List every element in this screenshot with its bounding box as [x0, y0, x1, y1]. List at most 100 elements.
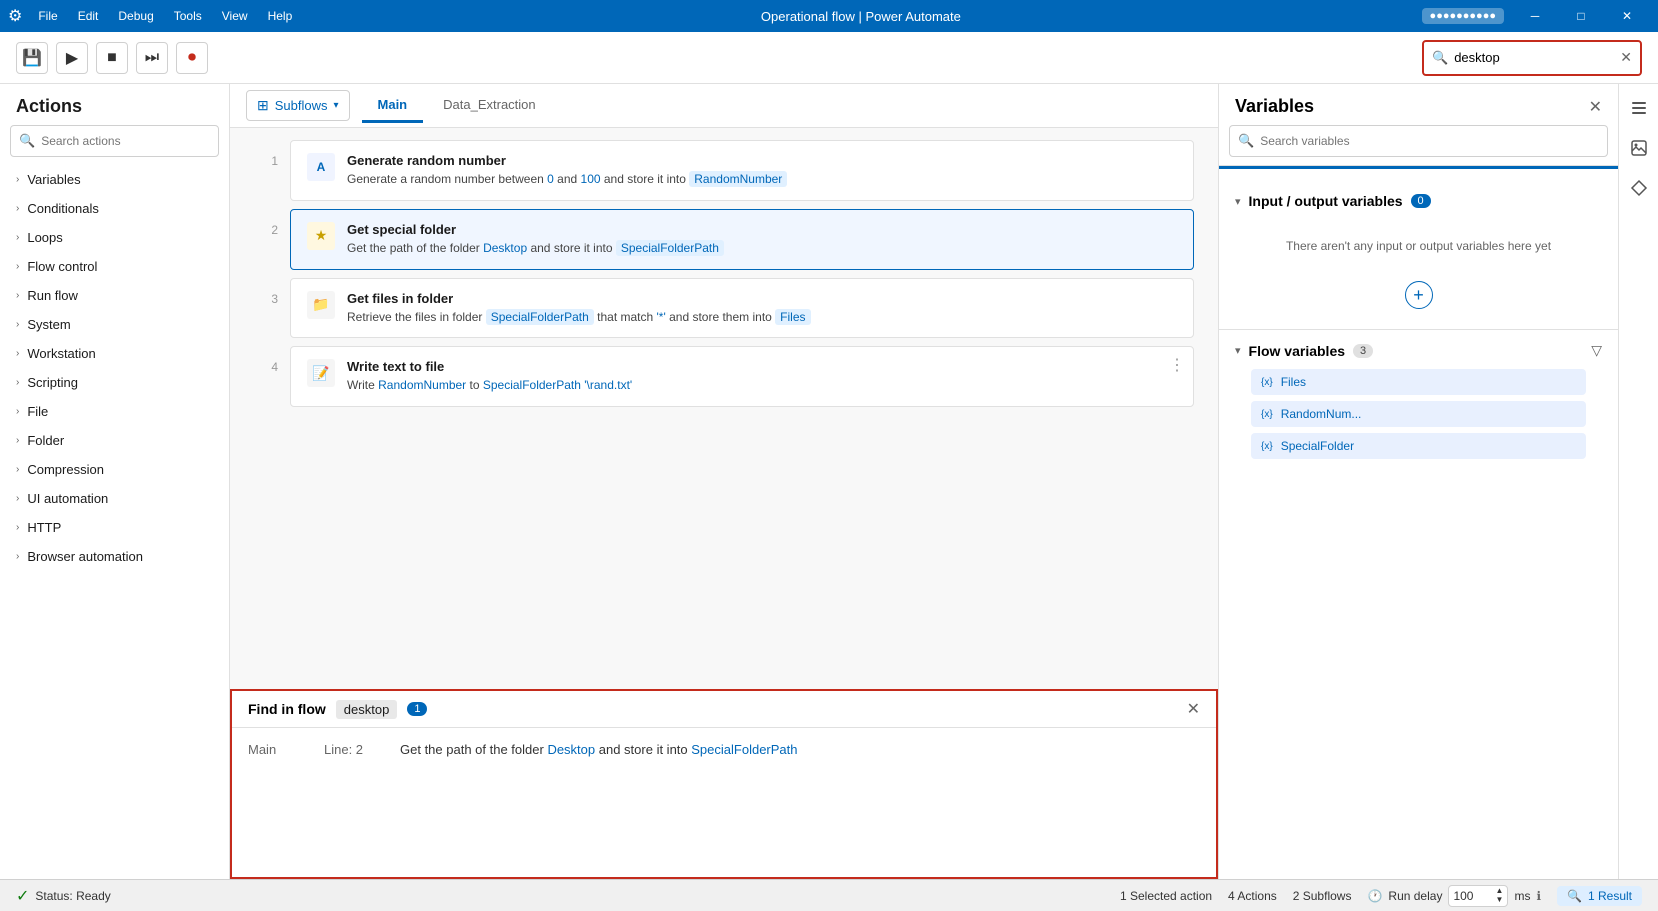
variables-panel: Variables ✕ 🔍 ▾ Input / output variables… [1218, 84, 1618, 879]
result-link-desktop[interactable]: Desktop [547, 742, 595, 757]
save-button[interactable]: 💾 [16, 42, 48, 74]
category-label: Run flow [27, 288, 78, 303]
find-count: 1 [407, 702, 427, 716]
flow-action-get-files[interactable]: 📁 Get files in folder Retrieve the files… [290, 278, 1194, 339]
window-controls[interactable]: ─ □ ✕ [1512, 0, 1650, 32]
search-icon: 🔍 [1432, 50, 1448, 66]
menu-debug[interactable]: Debug [110, 5, 161, 27]
chevron-icon: › [16, 348, 19, 359]
category-browser-automation[interactable]: › Browser automation [0, 542, 229, 571]
menu-edit[interactable]: Edit [70, 5, 107, 27]
app-icon: ⚙ [8, 6, 22, 26]
variables-search-box[interactable]: 🔍 [1229, 125, 1608, 157]
run-button[interactable]: ▶ [56, 42, 88, 74]
run-delay-group: 🕐 Run delay 100 ▲ ▼ ms ℹ [1367, 885, 1541, 907]
minimize-button[interactable]: ─ [1512, 0, 1558, 32]
run-delay-unit: ms [1514, 889, 1530, 903]
io-section-header[interactable]: ▾ Input / output variables 0 [1235, 193, 1602, 209]
record-button[interactable]: ⏺ [176, 42, 208, 74]
category-label: Workstation [27, 346, 95, 361]
result-button[interactable]: 🔍 1 Result [1557, 886, 1642, 906]
variable-icon: {x} [1261, 409, 1273, 420]
variables-header: Variables ✕ [1219, 84, 1618, 125]
chevron-icon: › [16, 464, 19, 475]
variable-item-files[interactable]: {x} Files [1251, 369, 1586, 395]
variables-search-input[interactable] [1260, 134, 1599, 148]
category-label: Scripting [27, 375, 78, 390]
chevron-icon: › [16, 174, 19, 185]
action-desc: Get the path of the folder Desktop and s… [347, 240, 1177, 257]
flow-action-generate-random[interactable]: A Generate random number Generate a rand… [290, 140, 1194, 201]
category-http[interactable]: › HTTP [0, 513, 229, 542]
clear-search-button[interactable]: ✕ [1620, 49, 1632, 66]
action-desc: Generate a random number between 0 and 1… [347, 171, 1177, 188]
find-results: Main Line: 2 Get the path of the folder … [232, 728, 1216, 771]
stop-button[interactable]: ■ [96, 42, 128, 74]
result-line: Line: 2 [324, 742, 384, 757]
menu-bar[interactable]: File Edit Debug Tools View Help [30, 5, 300, 27]
action-content: Write text to file Write RandomNumber to… [347, 359, 1177, 394]
category-workstation[interactable]: › Workstation [0, 339, 229, 368]
category-file[interactable]: › File [0, 397, 229, 426]
menu-view[interactable]: View [214, 5, 256, 27]
filter-icon[interactable]: ▽ [1591, 342, 1602, 359]
category-compression[interactable]: › Compression [0, 455, 229, 484]
category-flow-control[interactable]: › Flow control [0, 252, 229, 281]
io-count: 0 [1411, 194, 1431, 208]
actions-title: Actions [0, 84, 229, 125]
category-label: Folder [27, 433, 64, 448]
tab-main[interactable]: Main [362, 89, 424, 123]
layers-button[interactable] [1623, 92, 1655, 124]
category-ui-automation[interactable]: › UI automation [0, 484, 229, 513]
run-delay-input[interactable]: 100 ▲ ▼ [1448, 885, 1508, 907]
find-close-button[interactable]: ✕ [1187, 699, 1200, 719]
maximize-button[interactable]: □ [1558, 0, 1604, 32]
flow-search-box[interactable]: 🔍 ✕ [1422, 40, 1642, 76]
chevron-icon: › [16, 203, 19, 214]
find-header: Find in flow desktop 1 ✕ [232, 691, 1216, 728]
result-link-path[interactable]: SpecialFolderPath [691, 742, 797, 757]
category-scripting[interactable]: › Scripting [0, 368, 229, 397]
next-step-button[interactable]: ⏭ [136, 42, 168, 74]
category-variables[interactable]: › Variables [0, 165, 229, 194]
flow-variables-section: ▾ Flow variables 3 ▽ {x} Files {x} Rando… [1219, 329, 1618, 477]
actions-search-box[interactable]: 🔍 [10, 125, 219, 157]
add-io-variable-button[interactable]: + [1405, 281, 1433, 309]
flow-variables-header: ▾ Flow variables 3 ▽ [1235, 342, 1602, 359]
menu-tools[interactable]: Tools [166, 5, 210, 27]
variables-close-button[interactable]: ✕ [1589, 97, 1602, 117]
window-title: Operational flow | Power Automate [300, 9, 1421, 24]
io-title: Input / output variables [1249, 193, 1403, 209]
find-result-row[interactable]: Main Line: 2 Get the path of the folder … [248, 736, 1200, 763]
diamond-button[interactable] [1623, 172, 1655, 204]
menu-file[interactable]: File [30, 5, 65, 27]
category-loops[interactable]: › Loops [0, 223, 229, 252]
variable-icon: {x} [1261, 377, 1273, 388]
decrement-button[interactable]: ▼ [1496, 896, 1504, 904]
variable-item-specialfolder[interactable]: {x} SpecialFolder [1251, 433, 1586, 459]
selected-actions-count: 1 Selected action [1120, 889, 1212, 903]
category-conditionals[interactable]: › Conditionals [0, 194, 229, 223]
category-folder[interactable]: › Folder [0, 426, 229, 455]
variable-item-randomnum[interactable]: {x} RandomNum... [1251, 401, 1586, 427]
action-content: Get files in folder Retrieve the files i… [347, 291, 1177, 326]
increment-button[interactable]: ▲ [1496, 887, 1504, 895]
actions-search-input[interactable] [41, 134, 210, 148]
category-label: Flow control [27, 259, 97, 274]
action-menu-button[interactable]: ⋮ [1169, 355, 1185, 375]
action-content: Get special folder Get the path of the f… [347, 222, 1177, 257]
category-system[interactable]: › System [0, 310, 229, 339]
menu-help[interactable]: Help [260, 5, 301, 27]
tab-data-extraction[interactable]: Data_Extraction [427, 89, 552, 123]
run-delay-label: Run delay [1388, 889, 1442, 903]
close-button[interactable]: ✕ [1604, 0, 1650, 32]
image-button[interactable] [1623, 132, 1655, 164]
flow-action-write-text[interactable]: 📝 Write text to file Write RandomNumber … [290, 346, 1194, 407]
chevron-icon: › [16, 290, 19, 301]
flow-search-input[interactable] [1454, 50, 1614, 65]
flow-var-title: Flow variables [1249, 343, 1345, 359]
category-run-flow[interactable]: › Run flow [0, 281, 229, 310]
action-icon: ★ [307, 222, 335, 250]
flow-action-get-special-folder[interactable]: ★ Get special folder Get the path of the… [290, 209, 1194, 270]
subflows-button[interactable]: ⊞ Subflows ▾ [246, 90, 350, 121]
